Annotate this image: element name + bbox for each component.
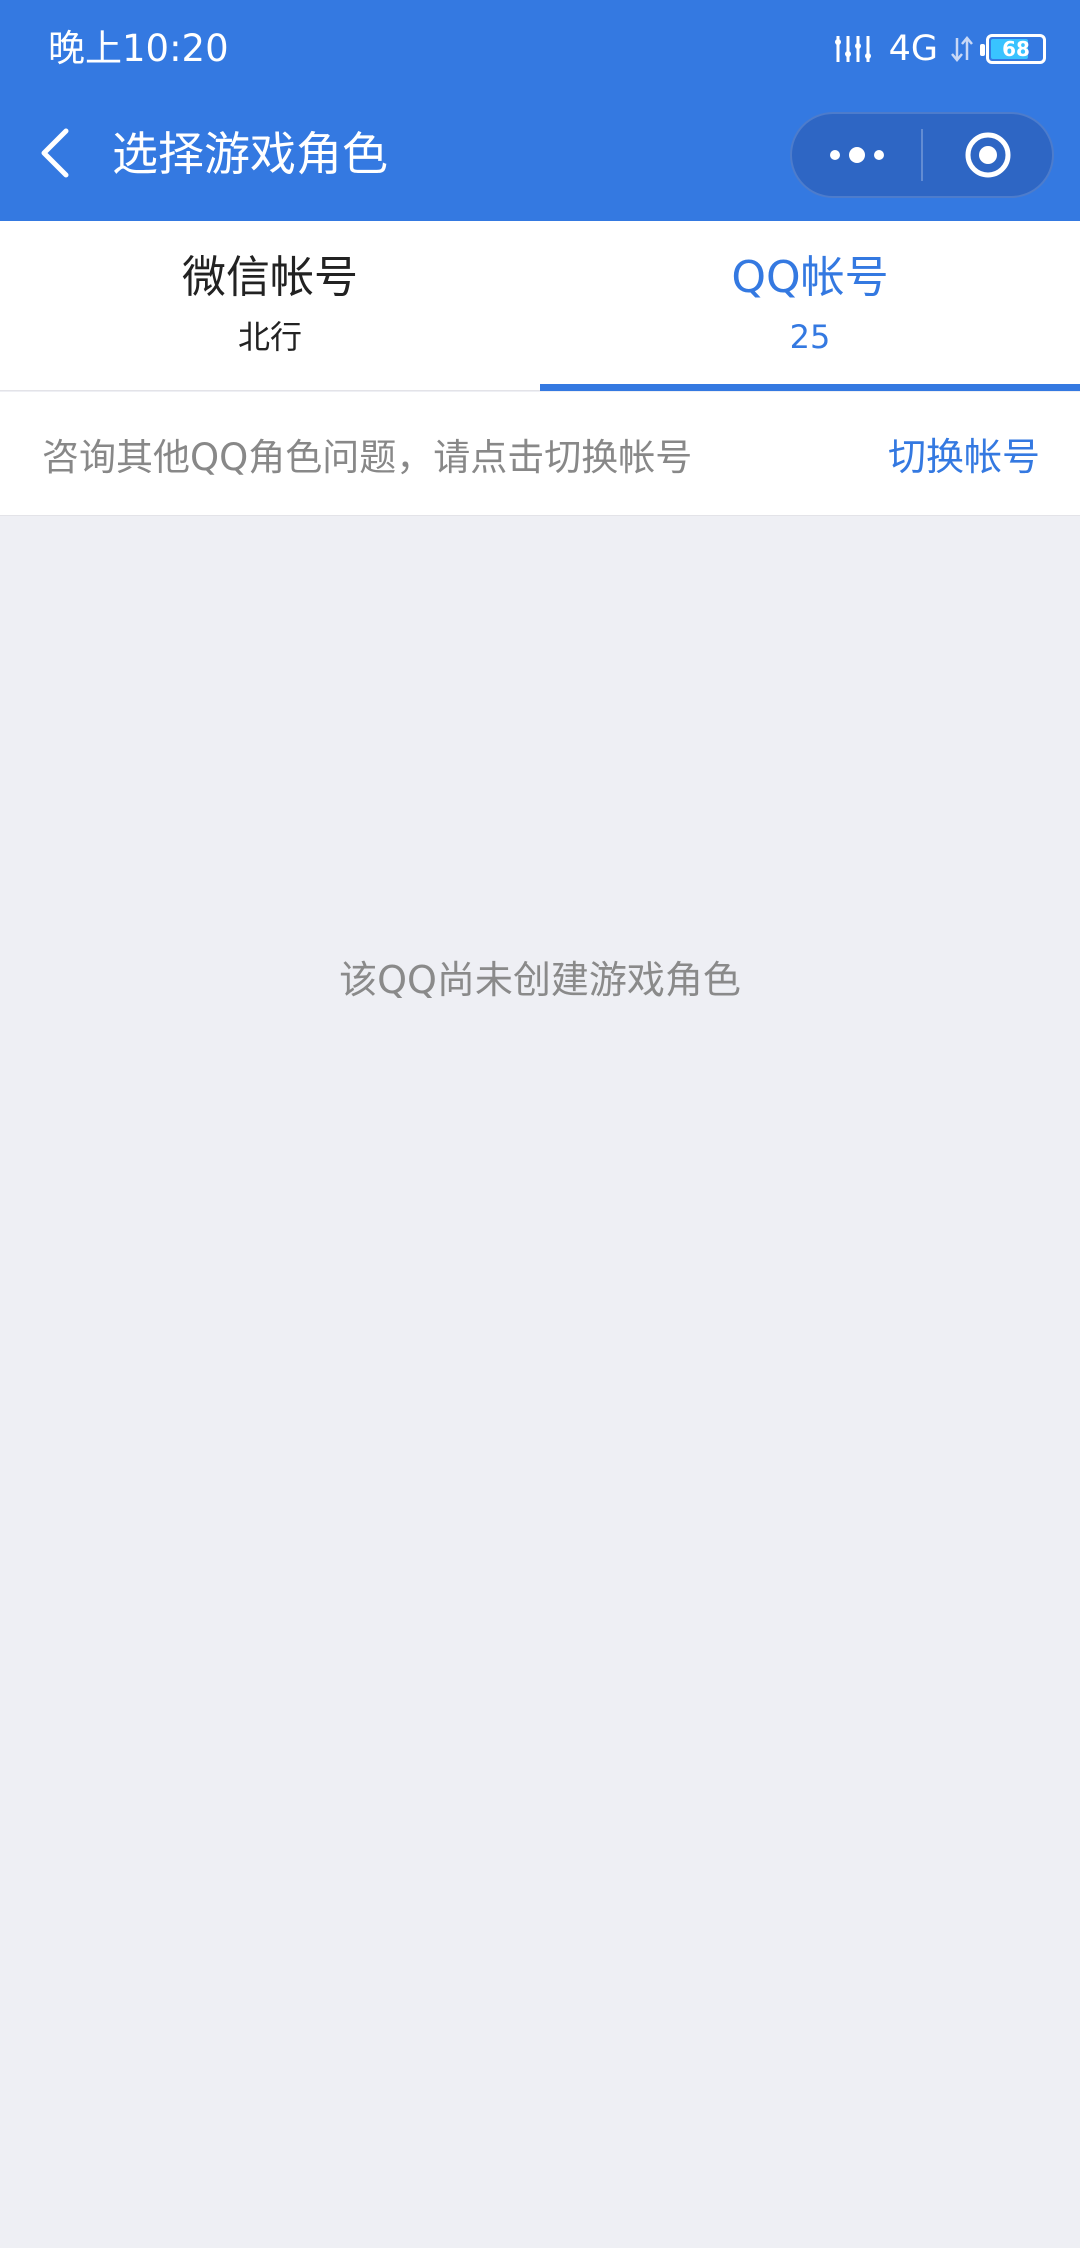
network-type: 4G bbox=[888, 29, 938, 69]
status-time: 晚上10:20 bbox=[48, 27, 229, 70]
switch-account-row: 咨询其他QQ角色问题，请点击切换帐号 切换帐号 bbox=[0, 392, 1080, 516]
signal-icon bbox=[834, 36, 871, 62]
battery-icon: 68 bbox=[980, 34, 1046, 64]
account-tabs: 微信帐号 北行 QQ帐号 25 bbox=[0, 221, 1080, 391]
back-button[interactable] bbox=[30, 118, 80, 188]
close-mini-program-button[interactable] bbox=[923, 114, 1052, 196]
battery-level: 68 bbox=[1002, 37, 1030, 61]
tab-title: 微信帐号 bbox=[182, 252, 358, 303]
active-tab-indicator bbox=[540, 384, 1080, 391]
header: 晚上10:20 4G 68 选择游戏角色 bbox=[0, 0, 1080, 221]
status-indicators: 4G 68 bbox=[834, 24, 1046, 74]
target-circle-icon bbox=[965, 132, 1010, 178]
info-text: 咨询其他QQ角色问题，请点击切换帐号 bbox=[42, 435, 693, 479]
tab-wechat-account[interactable]: 微信帐号 北行 bbox=[0, 221, 540, 390]
switch-account-link[interactable]: 切换帐号 bbox=[888, 426, 1040, 481]
chevron-left-icon bbox=[41, 128, 69, 178]
more-dots-icon bbox=[829, 147, 884, 163]
more-button[interactable] bbox=[792, 114, 921, 196]
tab-subtitle: 25 bbox=[789, 318, 831, 356]
empty-state-message: 该QQ尚未创建游戏角色 bbox=[339, 958, 741, 1002]
tab-subtitle: 北行 bbox=[237, 318, 302, 356]
page-title: 选择游戏角色 bbox=[112, 127, 388, 181]
app-root: 晚上10:20 4G 68 选择游戏角色 微信帐号 北行 QQ帐号 25 咨询其… bbox=[0, 0, 1080, 2248]
mini-program-capsule bbox=[790, 112, 1054, 198]
tab-qq-account[interactable]: QQ帐号 25 bbox=[540, 221, 1080, 391]
tab-title: QQ帐号 bbox=[731, 252, 889, 303]
data-transfer-icon bbox=[951, 36, 973, 62]
